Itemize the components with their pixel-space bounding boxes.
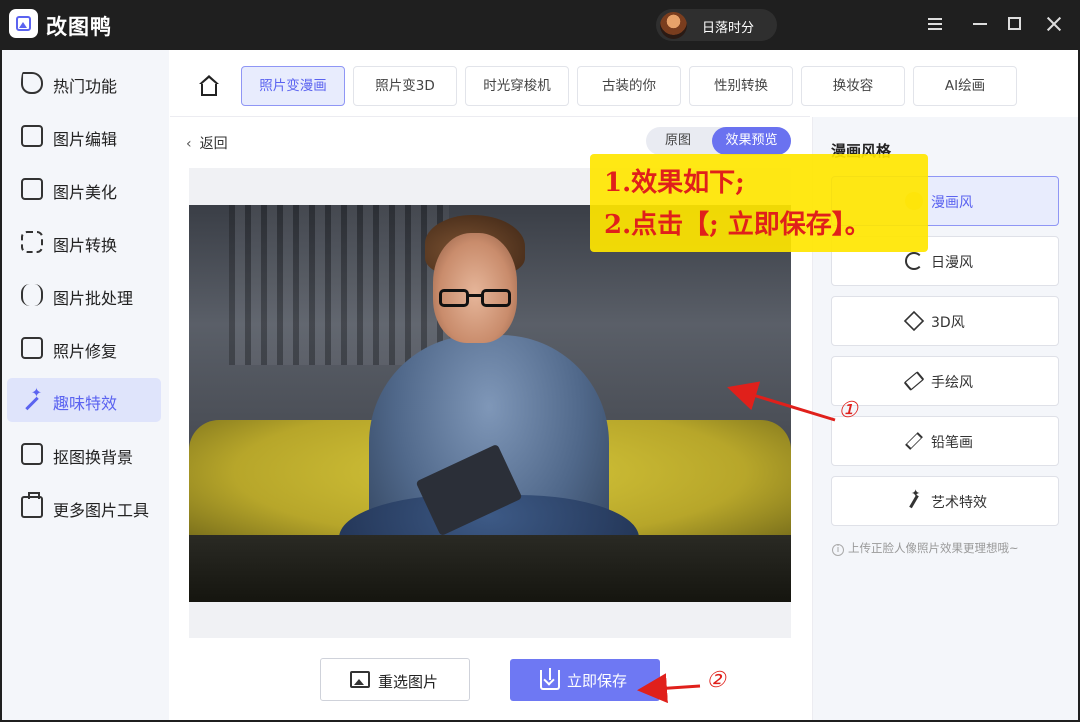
- magic-wand-icon: [905, 487, 923, 510]
- style-label: 手绘风: [931, 375, 973, 391]
- eraser-icon: [903, 371, 925, 391]
- style-option-pencil[interactable]: 铅笔画: [831, 416, 1059, 466]
- style-label: 3D风: [931, 315, 965, 331]
- sidebar-item-photo-repair[interactable]: 照片修复: [7, 326, 161, 370]
- style-label: 漫画风: [931, 195, 973, 211]
- minimize-icon[interactable]: [968, 12, 992, 36]
- magic-wand-icon: [21, 386, 43, 411]
- cube-icon: [903, 310, 925, 332]
- batch-icon: [21, 284, 43, 306]
- reselect-label: 重选图片: [378, 673, 439, 691]
- pencil-icon: [905, 432, 923, 450]
- sidebar-item-label: 图片批处理: [53, 289, 134, 308]
- photo-repair-icon: [21, 337, 43, 359]
- maximize-icon[interactable]: [1003, 12, 1027, 36]
- sidebar-item-label: 抠图换背景: [53, 448, 134, 467]
- sidebar-item-label: 趣味特效: [53, 394, 118, 413]
- tab-ai-painting[interactable]: AI绘画: [913, 66, 1017, 106]
- style-option-3d[interactable]: 3D风: [831, 296, 1059, 346]
- sidebar-item-image-beautify[interactable]: 图片美化: [7, 167, 161, 211]
- cutout-icon: [21, 443, 43, 465]
- hint-text: 上传正脸人像照片效果更理想哦~: [848, 541, 1019, 555]
- style-label: 铅笔画: [931, 435, 973, 451]
- tab-photo-to-comic[interactable]: 照片变漫画: [241, 66, 345, 106]
- back-label: 返回: [199, 136, 228, 152]
- sidebar-item-fun-effects[interactable]: 趣味特效: [7, 378, 161, 422]
- annotation-callout: 1.效果如下; 2.点击【; 立即保存】。: [590, 154, 928, 252]
- sidebar-item-cutout[interactable]: 抠图换背景: [7, 432, 161, 476]
- sidebar-item-label: 热门功能: [53, 77, 118, 96]
- style-label: 艺术特效: [931, 495, 987, 511]
- back-link[interactable]: ‹ 返回: [186, 133, 228, 153]
- title-bar: 改图鸭 日落时分: [0, 0, 1080, 50]
- save-now-button[interactable]: 立即保存: [510, 659, 660, 701]
- info-icon: i: [832, 544, 844, 556]
- style-option-hand-drawn[interactable]: 手绘风: [831, 356, 1059, 406]
- avatar: [660, 12, 687, 39]
- sidebar-item-label: 更多图片工具: [53, 501, 150, 520]
- flame-icon: [21, 72, 43, 94]
- sidebar-item-label: 图片美化: [53, 183, 118, 202]
- sidebar-item-image-edit[interactable]: 图片编辑: [7, 114, 161, 158]
- swirl-icon: [905, 252, 923, 270]
- convert-icon: [21, 231, 43, 253]
- tab-photo-to-3d[interactable]: 照片变3D: [353, 66, 457, 106]
- toggle-effect-preview[interactable]: 效果预览: [712, 127, 791, 155]
- reselect-image-button[interactable]: 重选图片: [320, 658, 470, 701]
- comic-result-image: [189, 205, 791, 602]
- image-edit-icon: [21, 125, 43, 147]
- chevron-left-icon: ‹: [186, 136, 192, 152]
- menu-icon[interactable]: [923, 12, 947, 36]
- user-name: 日落时分: [702, 21, 755, 36]
- image-beautify-icon: [21, 178, 43, 200]
- tab-ancient-costume[interactable]: 古装的你: [577, 66, 681, 106]
- view-toggle: 原图 效果预览: [646, 127, 791, 155]
- sidebar-item-more-tools[interactable]: 更多图片工具: [7, 485, 161, 529]
- user-account-button[interactable]: 日落时分: [656, 9, 777, 41]
- divider: [170, 116, 810, 117]
- toolbox-icon: [21, 492, 43, 518]
- tab-gender-swap[interactable]: 性别转换: [689, 66, 793, 106]
- sidebar: 热门功能 图片编辑 图片美化 图片转换 图片批处理 照片修复 趣味特效 抠图换背…: [2, 50, 169, 720]
- annotation-line-1: 1.效果如下;: [604, 168, 745, 198]
- save-label: 立即保存: [567, 672, 628, 690]
- download-icon: [540, 668, 560, 690]
- sidebar-item-label: 图片编辑: [53, 130, 118, 149]
- sidebar-item-hot[interactable]: 热门功能: [7, 61, 161, 105]
- annotation-line-2: 2.点击【; 立即保存】。: [604, 210, 871, 240]
- sidebar-item-label: 图片转换: [53, 236, 118, 255]
- style-hint: i 上传正脸人像照片效果更理想哦~: [832, 540, 1019, 556]
- app-logo-icon: [9, 9, 38, 38]
- annotation-marker-1: ①: [838, 398, 858, 423]
- app-title: 改图鸭: [46, 15, 112, 39]
- toggle-original[interactable]: 原图: [646, 127, 710, 155]
- annotation-marker-2: ②: [706, 668, 726, 693]
- tab-makeup[interactable]: 换妆容: [801, 66, 905, 106]
- image-icon: [350, 671, 370, 688]
- sidebar-item-image-convert[interactable]: 图片转换: [7, 220, 161, 264]
- sidebar-item-label: 照片修复: [53, 342, 118, 361]
- style-option-art-effects[interactable]: 艺术特效: [831, 476, 1059, 526]
- sidebar-item-batch[interactable]: 图片批处理: [7, 273, 161, 317]
- close-icon[interactable]: [1042, 12, 1066, 36]
- home-icon[interactable]: [198, 75, 220, 97]
- tab-time-machine[interactable]: 时光穿梭机: [465, 66, 569, 106]
- style-label: 日漫风: [931, 255, 973, 271]
